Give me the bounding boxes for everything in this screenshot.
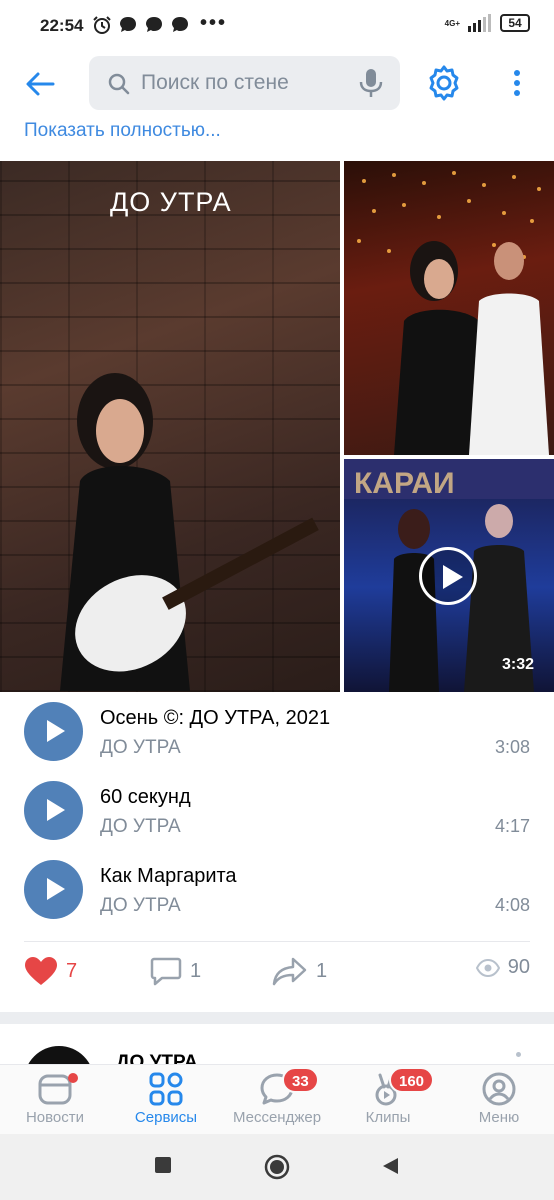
audio-track[interactable]: Осень ©: ДО УТРА, 2021 ДО УТРА 3:08	[0, 700, 554, 779]
share-count: 1	[316, 959, 328, 982]
more-vertical-icon[interactable]	[505, 65, 529, 101]
play-icon[interactable]	[24, 781, 83, 840]
nav-label: Меню	[478, 1109, 520, 1126]
nav-item-clips[interactable]: 160 Клипы	[333, 1067, 443, 1133]
next-post-author[interactable]: ДО УТРА	[116, 1052, 198, 1064]
messenger-badge: 33	[282, 1067, 319, 1093]
track-title: Осень ©: ДО УТРА, 2021	[100, 707, 331, 729]
home-icon[interactable]	[264, 1154, 290, 1180]
battery-indicator: 54	[500, 14, 530, 32]
post-media-grid: ДО УТРА КАРАИ 3:32	[0, 161, 554, 692]
microphone-icon[interactable]	[356, 67, 386, 99]
nav-label: Клипы	[365, 1109, 411, 1126]
wall-search-bar[interactable]	[89, 56, 400, 110]
eye-icon	[475, 958, 500, 977]
audio-track[interactable]: Как Маргарита ДО УТРА 4:08	[0, 858, 554, 937]
track-artist[interactable]: ДО УТРА	[100, 895, 181, 917]
nav-label: Сервисы	[134, 1109, 198, 1126]
gear-icon[interactable]	[424, 63, 464, 103]
like-count: 7	[66, 959, 78, 982]
post-actions: 7 1 1 90	[0, 956, 554, 1002]
more-notifications-indicator: •••	[200, 12, 228, 34]
svg-text:КАРАИ: КАРАИ	[354, 467, 455, 500]
like-button[interactable]: 7	[24, 956, 77, 986]
network-type: 4G+	[444, 18, 460, 28]
video-play-icon[interactable]	[419, 547, 477, 605]
nav-item-messenger[interactable]: 33 Мессенджер	[222, 1067, 332, 1133]
bottom-navigation: Новости Сервисы 33 Мессенджер 160 Клипы …	[0, 1064, 554, 1134]
post-video[interactable]: КАРАИ 3:32	[344, 459, 554, 692]
show-full-link[interactable]: Показать полностью...	[24, 120, 221, 142]
back-arrow-icon[interactable]	[22, 66, 58, 102]
status-bar: 22:54 ••• 4G+ 54	[0, 0, 554, 52]
guitarist-figure	[60, 373, 319, 691]
nav-item-menu[interactable]: Меню	[444, 1071, 554, 1133]
track-duration: 4:08	[494, 895, 530, 915]
back-triangle-icon[interactable]	[380, 1156, 400, 1176]
status-system-icons: 4G+ 54	[445, 14, 530, 32]
views-counter: 90	[475, 956, 530, 979]
video-duration: 3:32	[501, 656, 534, 673]
track-artist[interactable]: ДО УТРА	[100, 816, 181, 838]
comment-button[interactable]: 1	[150, 956, 201, 986]
share-icon	[272, 957, 307, 986]
nav-item-services[interactable]: Сервисы	[111, 1071, 221, 1133]
post-photo-main[interactable]: ДО УТРА	[0, 161, 340, 692]
track-artist[interactable]: ДО УТРА	[100, 737, 181, 759]
comment-icon	[150, 957, 182, 986]
status-time: 22:54	[40, 16, 84, 35]
divider	[24, 941, 530, 942]
system-navigation-bar	[0, 1134, 554, 1200]
heart-icon	[25, 957, 57, 985]
services-icon	[149, 1072, 183, 1106]
chat-notification-icon	[172, 17, 188, 32]
post-separator	[0, 1012, 554, 1024]
next-post-header[interactable]: ДО УТРА	[0, 1024, 554, 1064]
band-watermark: ДО УТРА	[110, 187, 232, 217]
track-title: Как Маргарита	[100, 865, 237, 887]
chat-notification-icon	[146, 17, 162, 32]
clips-badge: 160	[389, 1067, 435, 1093]
track-duration: 4:17	[494, 816, 530, 836]
band-members	[394, 241, 549, 455]
post-photo-band[interactable]	[344, 161, 554, 455]
recent-apps-icon[interactable]	[154, 1156, 172, 1174]
chat-notification-icon	[120, 17, 136, 32]
view-count: 90	[507, 956, 530, 978]
profile-icon	[482, 1072, 516, 1106]
track-title: 60 секунд	[100, 786, 191, 808]
status-notification-icons	[92, 15, 190, 35]
top-bar	[0, 52, 554, 116]
comment-count: 1	[190, 959, 202, 982]
share-button[interactable]: 1	[272, 956, 327, 986]
nav-item-news[interactable]: Новости	[0, 1071, 110, 1133]
audio-track-list: Осень ©: ДО УТРА, 2021 ДО УТРА 3:08 60 с…	[0, 700, 554, 937]
audio-track[interactable]: 60 секунд ДО УТРА 4:17	[0, 779, 554, 858]
nav-label: Новости	[25, 1109, 85, 1126]
search-input[interactable]	[141, 66, 351, 100]
play-icon[interactable]	[24, 702, 83, 761]
avatar[interactable]	[24, 1046, 94, 1064]
signal-icon	[468, 14, 491, 32]
search-icon	[108, 73, 130, 95]
notification-dot	[68, 1073, 78, 1083]
more-icon[interactable]	[516, 1052, 521, 1057]
nav-label: Мессенджер	[232, 1109, 322, 1126]
track-duration: 3:08	[494, 737, 530, 757]
alarm-icon	[93, 16, 111, 34]
play-icon[interactable]	[24, 860, 83, 919]
